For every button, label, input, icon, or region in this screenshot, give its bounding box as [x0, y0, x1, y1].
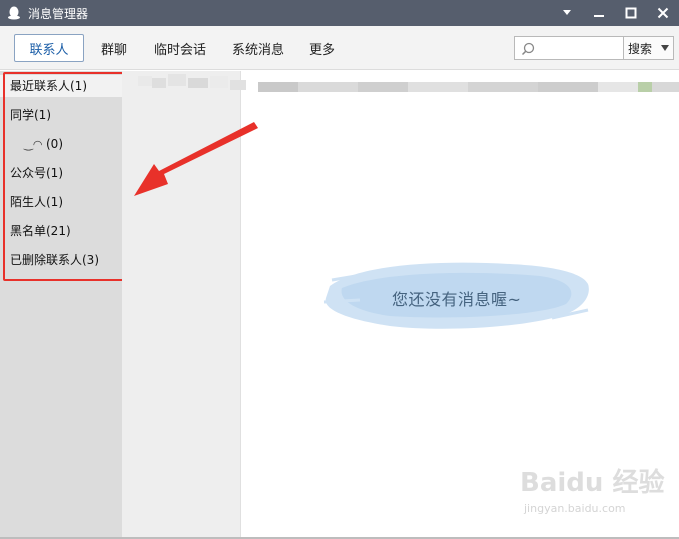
search-scope-dropdown[interactable]: 搜索 [624, 36, 674, 60]
watermark-logo: Baidu 经验 [520, 468, 665, 498]
dropdown-menu-button[interactable] [551, 0, 583, 26]
toolbar: 联系人 群聊 临时会话 系统消息 更多 搜索 [0, 26, 679, 70]
chevron-down-icon [563, 10, 571, 15]
maximize-icon [625, 7, 637, 19]
close-icon [657, 7, 669, 19]
qq-penguin-icon [6, 5, 22, 21]
sidebar-item-recent-contacts[interactable]: 最近联系人(1) [0, 75, 122, 97]
maximize-button[interactable] [615, 0, 647, 26]
watermark-url: jingyan.baidu.com [524, 502, 626, 515]
title-bar[interactable]: 消息管理器 [0, 0, 679, 26]
sidebar-item-deleted-contacts[interactable]: 已删除联系人(3) [10, 249, 99, 271]
blurred-contact-header [130, 72, 679, 94]
tab-more[interactable]: 更多 [302, 34, 342, 62]
sidebar-item-blacklist[interactable]: 黑名单(21) [10, 220, 71, 242]
sidebar-item-classmates[interactable]: 同学(1) [10, 104, 51, 126]
red-arrow-annotation [134, 122, 258, 196]
search-box[interactable] [514, 36, 624, 60]
window-title: 消息管理器 [28, 6, 89, 21]
tab-group-chat[interactable]: 群聊 [92, 34, 136, 62]
sidebar-item-official-accounts[interactable]: 公众号(1) [10, 162, 63, 184]
close-button[interactable] [647, 0, 679, 26]
tab-system-messages[interactable]: 系统消息 [224, 34, 292, 62]
tab-contacts[interactable]: 联系人 [14, 34, 84, 62]
minimize-button[interactable] [583, 0, 615, 26]
empty-message: 您还没有消息喔~ [392, 290, 522, 309]
emoticon-icon: ‿◠ [24, 138, 43, 151]
search-button-label: 搜索 [628, 41, 653, 56]
message-manager-window: 消息管理器 联系人 群聊 临时会话 系统消息 更多 搜索 最近联系人(1) 同学… [0, 0, 679, 539]
minimize-icon [594, 15, 604, 17]
baidu-jingyan-watermark: Baidu 经验 jingyan.baidu.com [520, 462, 670, 526]
empty-state: 您还没有消息喔~ [320, 258, 595, 338]
chevron-down-icon [661, 45, 669, 51]
search-input[interactable] [537, 37, 621, 59]
sidebar-item-group-custom[interactable]: ‿◠ (0) [24, 133, 63, 155]
search-icon [521, 41, 535, 56]
tab-temporary-session[interactable]: 临时会话 [146, 34, 214, 62]
sidebar-item-label: (0) [46, 137, 63, 151]
sidebar-item-strangers[interactable]: 陌生人(1) [10, 191, 63, 213]
